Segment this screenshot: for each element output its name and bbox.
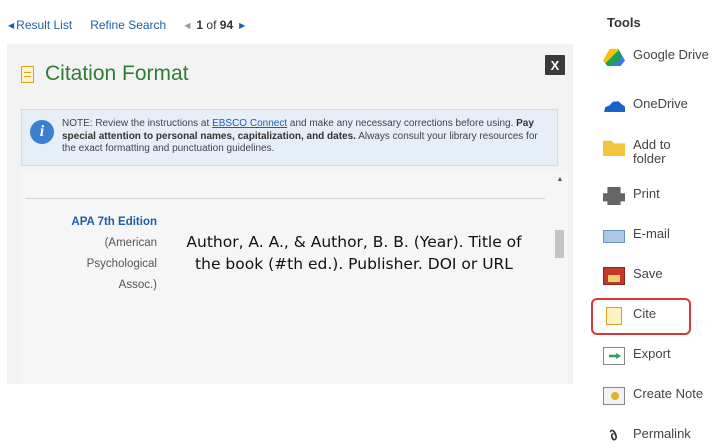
link-icon: ∂ bbox=[606, 426, 622, 445]
tool-email[interactable]: E-mail bbox=[603, 227, 720, 243]
info-icon: i bbox=[30, 120, 54, 144]
tool-add-to-folder[interactable]: Add to folder bbox=[603, 138, 693, 166]
scrollbar-thumb[interactable] bbox=[555, 230, 564, 258]
printer-icon bbox=[603, 187, 625, 205]
citation-style-name: APA 7th Edition bbox=[71, 216, 157, 228]
result-navigation: ◀ Result List Refine Search ◀ 1 of 94 ▶ bbox=[8, 16, 245, 34]
refine-search-link[interactable]: Refine Search bbox=[90, 18, 166, 32]
page-current: 1 bbox=[196, 18, 204, 32]
result-list-link[interactable]: Result List bbox=[16, 18, 72, 32]
tool-save[interactable]: Save bbox=[603, 267, 720, 285]
onedrive-icon bbox=[604, 101, 625, 112]
divider bbox=[25, 198, 545, 199]
note-box: i NOTE: Review the instructions at EBSCO… bbox=[21, 109, 558, 166]
tool-cite[interactable]: Cite bbox=[603, 307, 720, 325]
note-text: NOTE: Review the instructions at EBSCO C… bbox=[62, 118, 538, 154]
tool-google-drive[interactable]: Google Drive bbox=[603, 48, 720, 66]
previous-result-icon[interactable]: ◀ bbox=[184, 21, 190, 30]
tool-print[interactable]: Print bbox=[603, 187, 720, 205]
email-icon bbox=[603, 230, 625, 243]
next-result-icon[interactable]: ▶ bbox=[239, 21, 245, 30]
panel-title: Citation Format bbox=[45, 62, 189, 85]
tool-permalink[interactable]: ∂ Permalink bbox=[603, 426, 720, 445]
google-drive-icon bbox=[603, 48, 625, 66]
citation-panel: Citation Format X i NOTE: Review the ins… bbox=[7, 44, 573, 384]
save-icon bbox=[603, 267, 625, 285]
tool-onedrive[interactable]: OneDrive bbox=[603, 97, 720, 112]
close-button[interactable]: X bbox=[545, 55, 565, 75]
panel-header: Citation Format bbox=[21, 62, 189, 86]
chevron-left-icon: ◀ bbox=[8, 20, 15, 30]
tool-create-note[interactable]: Create Note bbox=[603, 387, 720, 405]
page-of: of bbox=[206, 18, 217, 32]
page-total: 94 bbox=[219, 18, 234, 32]
scroll-up-arrow-icon[interactable]: ▲ bbox=[556, 176, 564, 186]
style-desc-line-3: Assoc.) bbox=[118, 279, 157, 291]
citation-content: ▲ APA 7th Edition (American Psychologica… bbox=[21, 172, 568, 384]
note-icon bbox=[603, 387, 625, 405]
cite-icon bbox=[606, 307, 622, 325]
export-icon bbox=[603, 347, 625, 365]
tool-export[interactable]: Export bbox=[603, 347, 720, 365]
style-desc-line-2: Psychological bbox=[86, 258, 157, 270]
style-desc-line-1: (American bbox=[104, 237, 157, 249]
page-indicator: 1 of 94 bbox=[196, 18, 233, 32]
citation-text: Author, A. A., & Author, B. B. (Year). T… bbox=[186, 233, 522, 273]
ebsco-connect-link[interactable]: EBSCO Connect bbox=[212, 118, 287, 129]
tools-heading: Tools bbox=[607, 15, 641, 30]
citation-style-label: APA 7th Edition (American Psychological … bbox=[61, 212, 157, 296]
folder-icon bbox=[603, 140, 625, 156]
document-icon bbox=[21, 65, 34, 83]
